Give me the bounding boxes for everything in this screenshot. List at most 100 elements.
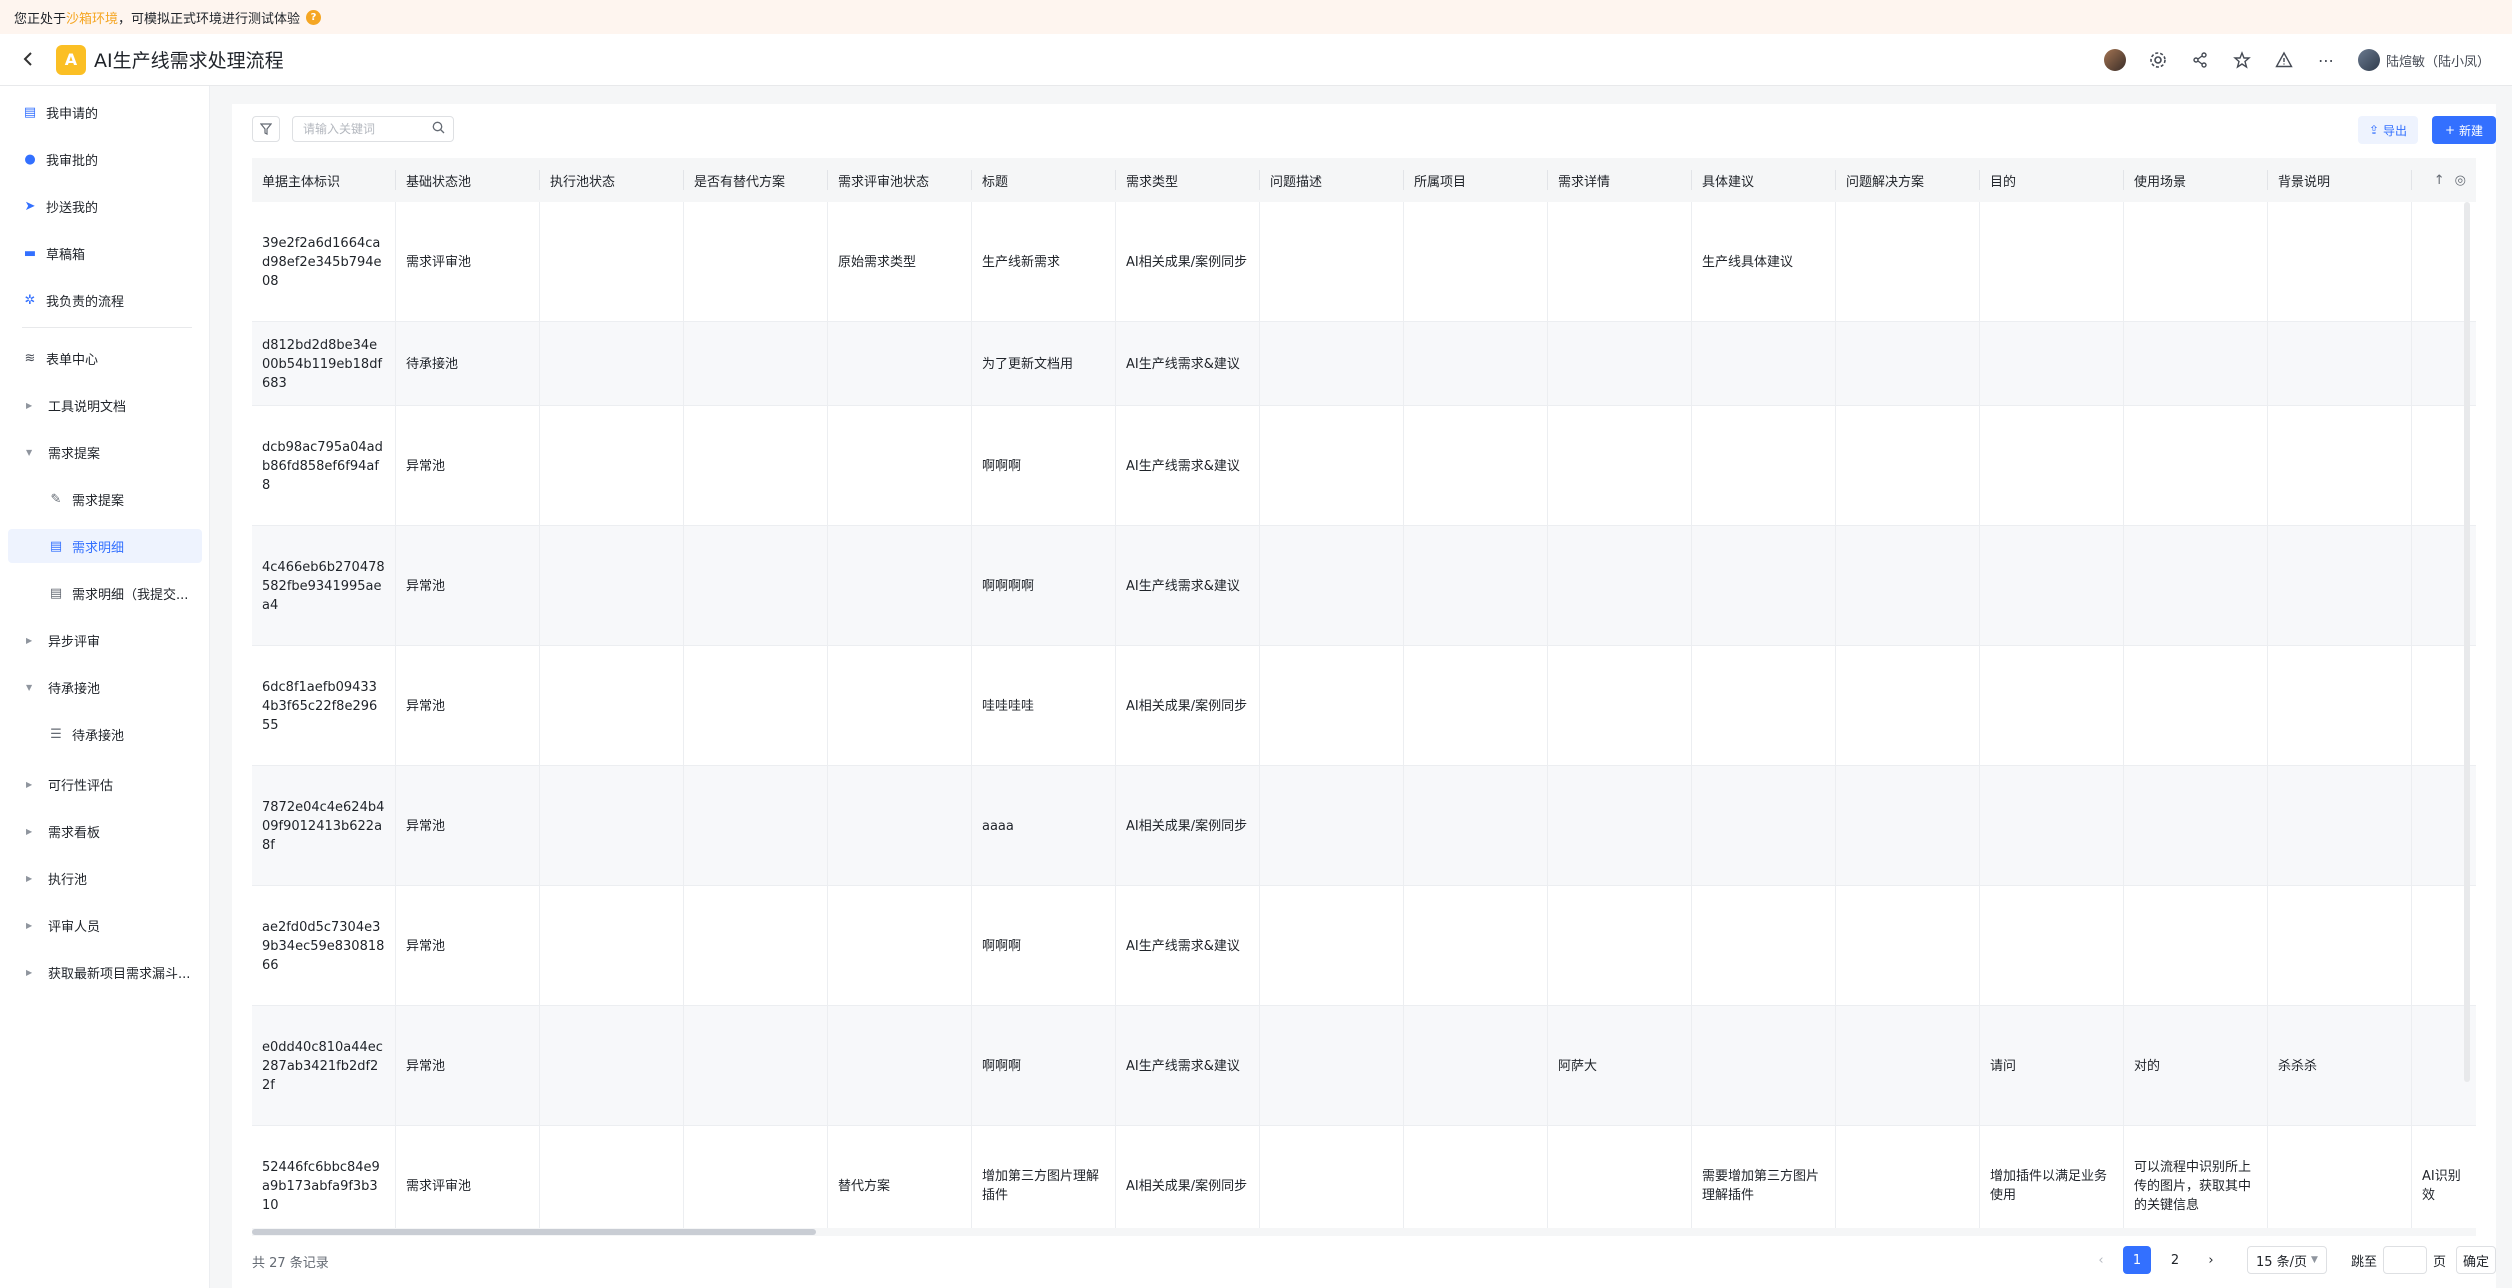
table-row[interactable]: ae2fd0d5c7304e39b34ec59e83081866 异常池 啊啊啊 AI…	[252, 886, 2476, 1006]
table-cell	[2268, 886, 2412, 1006]
table-cell	[1548, 886, 1692, 1006]
vertical-scrollbar[interactable]	[2464, 202, 2470, 1082]
sidebar-item-requirement-detail[interactable]: ▤ 需求明细	[8, 529, 202, 563]
table-cell	[1980, 406, 2124, 526]
column-header[interactable]: 具体建议	[1692, 158, 1836, 202]
sidebar-item-reviewers[interactable]: ▶ 评审人员	[8, 908, 202, 942]
sidebar-item-kanban[interactable]: ▶ 需求看板	[8, 814, 202, 848]
export-button[interactable]: ⇪ 导出	[2358, 116, 2418, 144]
page-1[interactable]: 1	[2122, 1246, 2151, 1274]
column-header[interactable]: 是否有替代方案	[684, 158, 828, 202]
sidebar-item-cc-me[interactable]: ➤ 抄送我的	[8, 189, 202, 223]
sidebar-item-requirement-detail-mine[interactable]: ▤ 需求明细（我提交...	[8, 576, 202, 610]
table-cell	[540, 646, 684, 766]
sidebar-item-proposal[interactable]: ✎ 需求提案	[8, 482, 202, 516]
column-header[interactable]: 基础状态池	[396, 158, 540, 202]
horizontal-scrollbar[interactable]	[252, 1228, 2476, 1236]
table-row[interactable]: d812bd2d8be34e00b54b119eb18df683 待承接池 为了更新…	[252, 322, 2476, 406]
sidebar-item-pending-pool[interactable]: ☰ 待承接池	[8, 717, 202, 751]
table-row[interactable]: 39e2f2a6d1664cad98ef2e345b794e08 需求评审池 原始需…	[252, 202, 2476, 322]
table-row[interactable]: e0dd40c810a44ec287ab3421fb2df22f 异常池 啊啊啊 AI…	[252, 1006, 2476, 1126]
jump-input[interactable]	[2382, 1246, 2427, 1274]
table-cell	[1692, 406, 1836, 526]
horizontal-scrollbar-thumb[interactable]	[252, 1229, 816, 1235]
page-2[interactable]: 2	[2161, 1246, 2189, 1274]
sidebar-group-proposals[interactable]: ▼ 需求提案	[8, 435, 202, 469]
warning-icon[interactable]	[2274, 50, 2294, 70]
column-header[interactable]: 需求类型	[1116, 158, 1260, 202]
column-header[interactable]: 需求详情	[1548, 158, 1692, 202]
sidebar-item-feasibility[interactable]: ▶ 可行性评估	[8, 767, 202, 801]
user-icon: ●	[24, 151, 36, 167]
table-cell: 异常池	[396, 646, 540, 766]
gear-icon[interactable]	[2148, 50, 2168, 70]
column-header[interactable]: 问题描述	[1260, 158, 1404, 202]
filter-button[interactable]	[252, 116, 280, 142]
table-cell	[828, 646, 972, 766]
table-row[interactable]: 7872e04c4e624b409f9012413b622a8f 异常池 aaaa A…	[252, 766, 2476, 886]
table-cell: 异常池	[396, 526, 540, 646]
column-header[interactable]: 问题解决方案	[1836, 158, 1980, 202]
table-cell	[1260, 406, 1404, 526]
table-row[interactable]: 4c466eb6b270478582fbe9341995aea4 异常池 啊啊啊啊 A…	[252, 526, 2476, 646]
search-icon[interactable]	[432, 121, 445, 138]
sidebar-item-drafts[interactable]: ▬ 草稿箱	[8, 236, 202, 270]
table-cell	[1836, 526, 1980, 646]
table-cell	[540, 766, 684, 886]
chevron-right-icon: ▶	[26, 873, 33, 883]
sort-up-icon[interactable]: ↑	[2434, 173, 2445, 188]
sidebar-item-my-approvals[interactable]: ● 我审批的	[8, 142, 202, 176]
next-page-icon[interactable]: ›	[2199, 1253, 2223, 1268]
column-header[interactable]: 标题	[972, 158, 1116, 202]
search-input[interactable]	[303, 122, 423, 136]
new-button[interactable]: + 新建	[2432, 116, 2496, 144]
table-cell	[684, 886, 828, 1006]
sidebar-item-tool-docs[interactable]: ▶ 工具说明文档	[8, 388, 202, 422]
data-table: 单据主体标识 基础状态池 执行池状态 是否有替代方案 需求评审池状态 标题 需求…	[252, 158, 2476, 1228]
table-cell	[1548, 766, 1692, 886]
jump-confirm-button[interactable]: 确定	[2456, 1246, 2496, 1274]
list-icon: ▤	[49, 585, 63, 601]
chevron-right-icon: ▶	[26, 967, 33, 977]
share-icon[interactable]	[2190, 50, 2210, 70]
column-header[interactable]: 背景说明	[2268, 158, 2412, 202]
table-cell	[540, 886, 684, 1006]
column-header[interactable]: 目的	[1980, 158, 2124, 202]
table-cell: 啊啊啊	[972, 886, 1116, 1006]
table-cell: 请问	[1980, 1006, 2124, 1126]
layers-icon: ≋	[24, 350, 36, 366]
user-menu[interactable]: 陆煊敏（陆小凤）	[2357, 49, 2490, 71]
column-settings-icon[interactable]: ◎	[2455, 173, 2466, 188]
sidebar-item-label: 表单中心	[46, 352, 99, 368]
table-cell: 哇哇哇哇	[972, 646, 1116, 766]
table-row[interactable]: 52446fc6bbc84e9a9b173abfa9f3b310 需求评审池 替代方…	[252, 1126, 2476, 1228]
column-header[interactable]: 所属项目	[1404, 158, 1548, 202]
column-header[interactable]: 需求评审池状态	[828, 158, 972, 202]
sidebar-item-my-flows[interactable]: ✲ 我负责的流程	[8, 283, 202, 317]
more-icon[interactable]: ⋯	[2316, 50, 2336, 70]
sidebar-item-execution-pool[interactable]: ▶ 执行池	[8, 861, 202, 895]
table-row[interactable]: 6dc8f1aefb094334b3f65c22f8e29655 异常池 哇哇哇哇 A…	[252, 646, 2476, 766]
sidebar-item-funnel[interactable]: ▶ 获取最新项目需求漏斗...	[8, 955, 202, 989]
page-size-select[interactable]: 15 条/页 ▼	[2246, 1246, 2327, 1274]
table-row[interactable]: dcb98ac795a04adb86fd858ef6f94af8 异常池 啊啊啊 AI…	[252, 406, 2476, 526]
sidebar-item-my-requests[interactable]: ▤ 我申请的	[8, 95, 202, 129]
search-box[interactable]	[292, 116, 454, 142]
table-cell	[540, 1006, 684, 1126]
table-cell	[1260, 322, 1404, 406]
banner-highlight[interactable]: 沙箱环境	[66, 8, 118, 27]
sidebar-item-async-review[interactable]: ▶ 异步评审	[8, 623, 202, 657]
table-cell: 对的	[2124, 1006, 2268, 1126]
prev-page-icon[interactable]: ‹	[2089, 1253, 2113, 1268]
star-icon[interactable]	[2232, 50, 2252, 70]
robot-avatar-icon[interactable]	[2103, 49, 2126, 71]
sidebar-item-label: 待承接池	[48, 681, 101, 697]
back-icon[interactable]	[22, 48, 44, 72]
page-size-label: 15 条/页	[2255, 1254, 2308, 1270]
help-icon[interactable]: ?	[306, 9, 322, 25]
column-header[interactable]: 执行池状态	[540, 158, 684, 202]
column-header[interactable]: 使用场景	[2124, 158, 2268, 202]
sidebar-item-form-center[interactable]: ≋ 表单中心	[8, 341, 202, 375]
column-header[interactable]: 单据主体标识	[252, 158, 396, 202]
sidebar-group-pending-pool[interactable]: ▼ 待承接池	[8, 670, 202, 704]
